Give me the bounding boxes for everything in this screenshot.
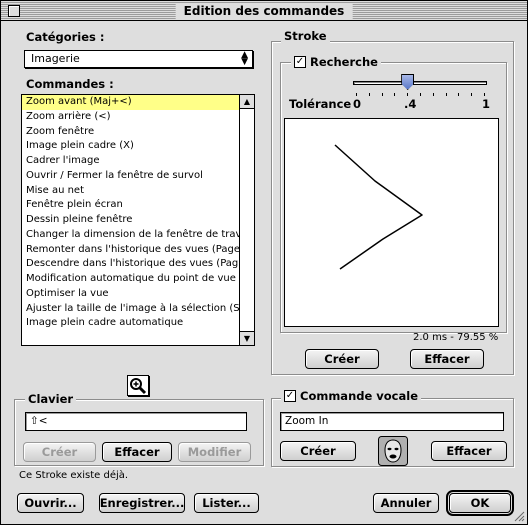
stroke-group-title: Stroke: [281, 29, 330, 43]
slider-tick: [368, 93, 370, 96]
command-list-item[interactable]: Fenêtre plein écran: [22, 198, 239, 213]
voice-clear-button[interactable]: Effacer: [431, 441, 507, 461]
save-button[interactable]: Enregistrer...: [99, 493, 185, 513]
scroll-down-arrow-icon[interactable]: ▼: [240, 331, 254, 345]
tolerance-label: Tolérance: [289, 97, 352, 111]
stroke-info: 2.0 ms - 79.55 %: [413, 332, 499, 343]
tolerance-slider[interactable]: [350, 73, 490, 101]
command-list-item[interactable]: Ajuster la taille de l'image à la sélect…: [22, 302, 239, 317]
window-title: Edition des commandes: [175, 3, 353, 19]
open-button[interactable]: Ouvrir...: [17, 493, 84, 513]
commands-scrollbar[interactable]: ▲ ▼: [239, 95, 254, 345]
command-list-item[interactable]: Image plein cadre automatique: [22, 316, 239, 331]
title-bar[interactable]: Edition des commandes: [1, 1, 527, 21]
voice-create-button[interactable]: Créer: [280, 441, 356, 461]
slider-tick: [432, 93, 434, 96]
command-list-item[interactable]: Descendre dans l'historique des vues (Pa…: [22, 257, 239, 272]
command-list-item[interactable]: Cadrer l'image: [22, 154, 239, 169]
command-list-item[interactable]: Zoom fenêtre: [22, 125, 239, 140]
slider-tick: [484, 93, 485, 96]
resize-grip-icon[interactable]: [513, 510, 525, 522]
tick-label-1: 1: [482, 97, 491, 111]
search-label: Recherche: [310, 55, 378, 69]
slider-tick: [458, 93, 460, 96]
command-list-item[interactable]: Remonter dans l'historique des vues (Pag…: [22, 243, 239, 258]
slider-tick: [394, 93, 396, 96]
stroke-path-drawing: [334, 144, 423, 270]
command-list-item[interactable]: Changer la dimension de la fenêtre de tr…: [22, 228, 239, 243]
commands-label: Commandes :: [26, 77, 114, 91]
slider-tick: [471, 93, 473, 96]
command-list-item[interactable]: Modification automatique du point de vue: [22, 272, 239, 287]
keyboard-clear-button[interactable]: Effacer: [102, 442, 172, 462]
slider-tick: [420, 93, 421, 96]
command-list-item[interactable]: Dessin pleine fenêtre: [22, 213, 239, 228]
slider-tick: [407, 93, 409, 96]
categories-label: Catégories :: [26, 30, 105, 44]
commands-list[interactable]: Zoom avant (Maj+<) Zoom arrière (<) Zoom f…: [21, 94, 255, 346]
search-subgroup-title: ✓ Recherche: [291, 55, 381, 69]
keyboard-modify-button[interactable]: Modifier: [178, 442, 251, 462]
tick-label-0: 0: [353, 97, 362, 111]
category-select[interactable]: Imagerie ▲ ▼: [24, 50, 253, 68]
ok-button[interactable]: OK: [446, 490, 514, 516]
keyboard-group-title: Clavier: [25, 392, 77, 406]
command-list-item[interactable]: Image plein cadre (X): [22, 139, 239, 154]
command-list-item[interactable]: Mise au net: [22, 184, 239, 199]
tick-label-mid: .4: [404, 97, 417, 111]
command-list-item[interactable]: Ouvrir / Fermer la fenêtre de survol: [22, 169, 239, 184]
stroke-clear-button[interactable]: Effacer: [410, 349, 484, 369]
slider-track: [353, 81, 487, 85]
keyboard-shortcut-field[interactable]: ⇧<: [25, 412, 247, 431]
commands-rows: Zoom avant (Maj+<) Zoom arrière (<) Zoom f…: [22, 95, 239, 345]
cancel-button[interactable]: Annuler: [373, 493, 439, 513]
up-down-arrow-icon: ▲ ▼: [241, 50, 248, 67]
close-box-icon[interactable]: [8, 5, 20, 17]
search-checkbox[interactable]: ✓: [294, 56, 306, 68]
command-list-item[interactable]: Zoom avant (Maj+<): [22, 95, 239, 110]
slider-tick: [445, 93, 447, 96]
scroll-up-arrow-icon[interactable]: ▲: [240, 95, 254, 109]
speaking-face-icon: [378, 436, 408, 466]
keyboard-create-button[interactable]: Créer: [23, 442, 96, 462]
slider-thumb[interactable]: [401, 74, 415, 90]
slider-tick: [356, 93, 357, 96]
command-list-item[interactable]: Zoom arrière (<): [22, 110, 239, 125]
list-button[interactable]: Lister...: [194, 493, 259, 513]
voice-group-title: ✓ Commande vocale: [281, 389, 422, 403]
voice-checkbox[interactable]: ✓: [284, 390, 296, 402]
dialog-window: Edition des commandes Catégories : Image…: [0, 0, 528, 525]
voice-command-field[interactable]: Zoom In: [280, 412, 504, 431]
command-list-item[interactable]: Optimiser la vue: [22, 287, 239, 302]
magnifier-icon[interactable]: [127, 375, 149, 396]
category-select-value: Imagerie: [31, 52, 80, 65]
status-text: Ce Stroke existe déjà.: [19, 470, 129, 481]
slider-tick: [381, 93, 383, 96]
voice-label: Commande vocale: [300, 389, 419, 403]
stroke-drawing-area[interactable]: [284, 118, 499, 327]
stroke-create-button[interactable]: Créer: [305, 349, 379, 369]
